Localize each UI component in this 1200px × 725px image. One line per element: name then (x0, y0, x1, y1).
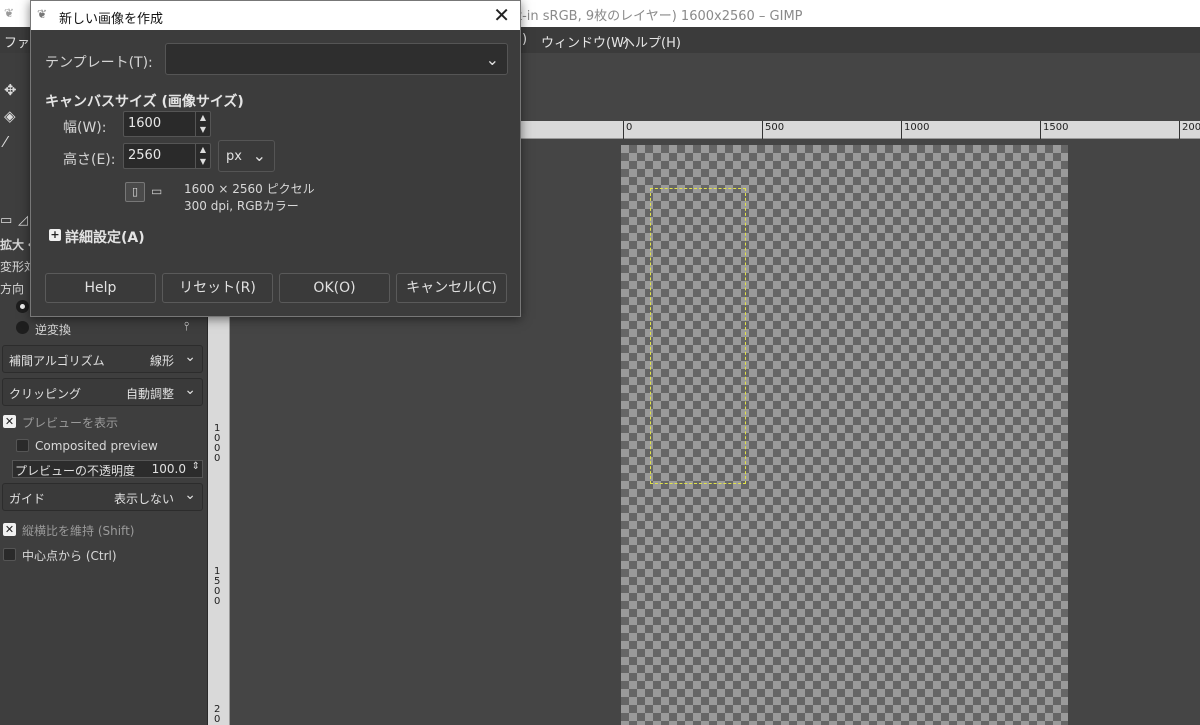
composited-preview-checkbox[interactable] (16, 439, 29, 452)
gimp-app-icon: ❦ (37, 7, 48, 21)
menu-help[interactable]: ヘルプ(H) (622, 32, 681, 51)
chevron-down-icon: ⌄ (184, 487, 196, 503)
ruler-label: 1000 (214, 423, 221, 464)
composited-preview-label: Composited preview (35, 439, 158, 453)
dialog-titlebar[interactable]: ❦ 新しい画像を作成 ✕ (31, 1, 520, 30)
reverse-transform-label: 逆変換 (35, 323, 72, 337)
ruler-label: 500 (765, 122, 785, 133)
reverse-transform-icon: ⫯ (184, 319, 190, 333)
landscape-icon[interactable]: ▭ (151, 184, 162, 198)
keep-aspect-label: 縦横比を維持 (Shift) (22, 524, 135, 538)
template-label: テンプレート(T): (45, 55, 153, 71)
main-window-title: t-in sRGB, 9枚のレイヤー) 1600x2560 – GIMP (517, 9, 803, 24)
new-image-dialog: ❦ 新しい画像を作成 ✕ テンプレート(T): ⌄ キャンバスサイズ (画像サイ… (30, 0, 521, 317)
clipping-combo[interactable]: クリッピング 自動調整 ⌄ (2, 378, 203, 406)
ruler-label: 20 (214, 704, 221, 725)
tool-options-tab-icon[interactable]: ▭ (0, 213, 12, 228)
width-label: 幅(W): (63, 120, 107, 136)
show-preview-checkbox[interactable]: ✕ (3, 415, 16, 428)
reset-button[interactable]: リセット(R) (162, 273, 273, 303)
color-picker-tool-icon[interactable]: ⁄ (4, 133, 7, 151)
spinner-arrows[interactable]: ▲ ▼ (195, 144, 210, 168)
ruler-label: 200 (1182, 122, 1200, 133)
from-center-label: 中心点から (Ctrl) (22, 549, 117, 563)
spinner-arrows-icon[interactable]: ⇕ (192, 461, 200, 472)
device-status-tab-icon[interactable]: ◿ (18, 213, 28, 228)
image-size-info: 1600 × 2560 ピクセル (184, 182, 315, 196)
height-label: 高さ(E): (63, 152, 116, 168)
direction-label: 方向 (0, 282, 25, 296)
image-resolution-info: 300 dpi, RGBカラー (184, 199, 299, 213)
width-spinbutton[interactable]: 1600 ▲ ▼ (123, 111, 211, 137)
menu-fragment[interactable]: ) (522, 32, 527, 47)
ruler-label: 1500 (214, 566, 221, 607)
move-tool-icon[interactable]: ✥ (4, 81, 17, 99)
ruler-label: 0 (626, 122, 633, 133)
guide-combo[interactable]: ガイド 表示しない ⌄ (2, 483, 203, 511)
menu-windows[interactable]: ウィンドウ(W) (541, 32, 629, 51)
preview-opacity-slider[interactable]: プレビューの不透明度 100.0 ⇕ (12, 460, 203, 478)
direction-reverse-radio[interactable] (16, 321, 29, 334)
gimp-app-icon: ❦ (4, 6, 15, 20)
interpolation-combo[interactable]: 補間アルゴリズム 線形 ⌄ (2, 345, 203, 373)
dialog-title: 新しい画像を作成 (59, 12, 164, 27)
selection-marquee[interactable] (650, 188, 746, 484)
spinner-arrows[interactable]: ▲ ▼ (195, 112, 210, 136)
height-spinbutton[interactable]: 2560 ▲ ▼ (123, 143, 211, 169)
chevron-down-icon: ⌄ (184, 382, 196, 398)
portrait-icon[interactable]: ▯ (125, 182, 145, 202)
unit-combo[interactable]: px ⌄ (218, 140, 275, 172)
help-button[interactable]: Help (45, 273, 156, 303)
bucket-fill-tool-icon[interactable]: ◈ (4, 107, 16, 125)
cancel-button[interactable]: キャンセル(C) (396, 273, 507, 303)
ok-button[interactable]: OK(O) (279, 273, 390, 303)
template-combo[interactable]: ⌄ (165, 43, 508, 75)
chevron-down-icon: ⌄ (184, 349, 196, 365)
chevron-down-icon: ⌄ (485, 50, 499, 69)
close-icon[interactable]: ✕ (493, 3, 510, 27)
ruler-label: 1500 (1043, 122, 1069, 133)
from-center-checkbox[interactable] (3, 548, 16, 561)
direction-normal-radio[interactable] (16, 300, 29, 313)
canvas-size-heading: キャンバスサイズ (画像サイズ) (45, 94, 244, 110)
show-preview-label: プレビューを表示 (22, 416, 119, 430)
keep-aspect-checkbox[interactable]: ✕ (3, 523, 16, 536)
chevron-down-icon: ⌄ (252, 146, 266, 165)
advanced-options-toggle[interactable]: 詳細設定(A) (65, 227, 145, 247)
expand-plus-icon[interactable]: + (49, 229, 61, 241)
ruler-label: 1000 (904, 122, 930, 133)
